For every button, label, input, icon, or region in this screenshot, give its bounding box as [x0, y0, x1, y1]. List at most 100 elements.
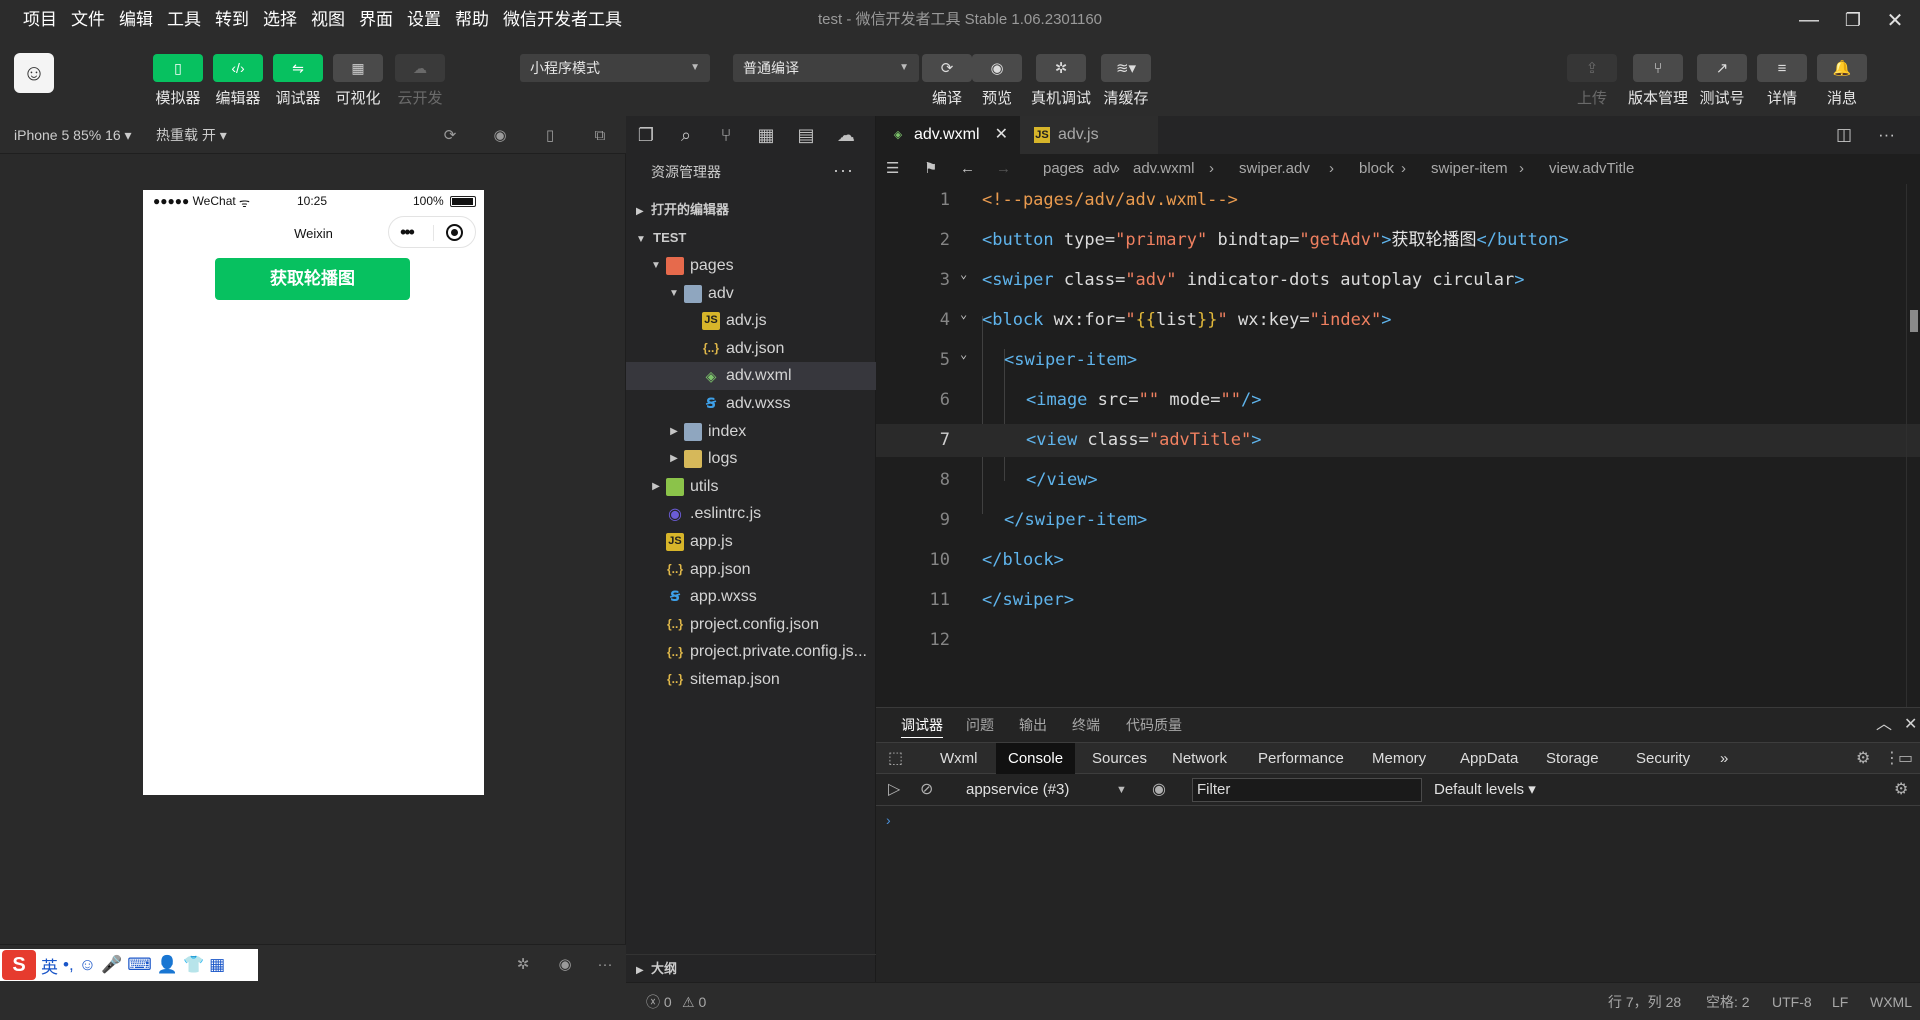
refresh-icon[interactable]: ⟳: [440, 125, 460, 145]
extensions-icon[interactable]: ▦: [746, 116, 786, 154]
more-icon[interactable]: ···: [833, 154, 854, 186]
indentation[interactable]: 空格: 2: [1706, 983, 1750, 1020]
get-carousel-button[interactable]: 获取轮播图: [215, 258, 410, 300]
breadcrumb-item[interactable]: view.advTitle: [1549, 154, 1634, 184]
code-line[interactable]: 1 <!--pages/adv/adv.wxml-->: [876, 184, 1920, 217]
scroll-thumb[interactable]: [1910, 310, 1918, 332]
code-line[interactable]: 12: [876, 624, 1920, 657]
tree-item-adv-json[interactable]: {..} adv.json: [626, 335, 876, 363]
code-line[interactable]: 7 <view class="advTitle">: [876, 424, 1920, 457]
settings-gear-icon[interactable]: ⚙: [1856, 743, 1870, 774]
fold-chevron-icon[interactable]: ⌄: [960, 298, 967, 331]
devices-icon[interactable]: ▤: [786, 116, 826, 154]
tree-item-sitemap-json[interactable]: {..} sitemap.json: [626, 666, 876, 694]
restore-button[interactable]: ❐: [1830, 0, 1876, 40]
files-icon[interactable]: ❐: [626, 116, 666, 154]
code-line[interactable]: 11 </swiper>: [876, 584, 1920, 617]
panel-tab-0[interactable]: 调试器: [901, 708, 943, 742]
upload-button[interactable]: ⇪ 上传: [1567, 54, 1617, 108]
panel-tab-4[interactable]: 代码质量: [1126, 708, 1182, 742]
grid-icon[interactable]: ▦: [209, 955, 225, 975]
test-account-button[interactable]: ↗ 测试号: [1697, 54, 1747, 108]
capsule-menu[interactable]: •••: [388, 216, 476, 248]
tree-item-project-private-config-js-[interactable]: {..} project.private.config.js...: [626, 638, 876, 666]
tree-item-logs[interactable]: ▶ logs: [626, 445, 876, 473]
avatar[interactable]: ☺: [14, 53, 54, 93]
fold-chevron-icon[interactable]: ⌄: [960, 258, 967, 291]
tab-adv-js[interactable]: JS adv.js: [1020, 116, 1158, 154]
editor-toggle-button[interactable]: ‹/› 编辑器: [213, 54, 263, 108]
close-panel-icon[interactable]: ✕: [1904, 708, 1917, 742]
visual-toggle-button[interactable]: ▦ 可视化: [333, 54, 383, 108]
microphone-icon[interactable]: 🎤: [101, 955, 122, 975]
filter-input[interactable]: Filter: [1192, 778, 1422, 802]
tree-item-adv-wxml[interactable]: ◈ adv.wxml: [626, 362, 876, 390]
tab-storage[interactable]: Storage: [1534, 743, 1611, 774]
mode-select[interactable]: 小程序模式 ▼: [520, 54, 710, 82]
code-line[interactable]: 4 ⌄ <block wx:for="{{list}}" wx:key="index…: [876, 304, 1920, 337]
breadcrumb-item[interactable]: swiper-item: [1431, 154, 1508, 184]
ime-lang-icon[interactable]: 英: [41, 953, 58, 978]
version-control-button[interactable]: ⑂ 版本管理: [1623, 54, 1693, 108]
compile-mode-select[interactable]: 普通编译 ▼: [733, 54, 919, 82]
hot-reload-toggle[interactable]: 热重载 开 ▾: [156, 116, 227, 154]
log-levels-select[interactable]: Default levels ▾: [1434, 774, 1536, 806]
docker-icon[interactable]: ☁: [826, 116, 866, 154]
language-mode[interactable]: WXML: [1870, 983, 1912, 1020]
tab-wxml[interactable]: Wxml: [928, 743, 990, 774]
outline-section[interactable]: ▶ 大纲: [626, 954, 876, 982]
inspect-icon[interactable]: ⬚: [888, 743, 903, 774]
phone-rotate-icon[interactable]: ▯: [540, 125, 560, 145]
bug-icon[interactable]: ✲: [513, 954, 533, 974]
breadcrumb-item[interactable]: adv.wxml: [1133, 154, 1194, 184]
eye-icon[interactable]: ◉: [1152, 774, 1166, 806]
remote-debug-button[interactable]: ✲ 真机调试: [1026, 54, 1096, 108]
panel-tab-2[interactable]: 输出: [1019, 708, 1047, 742]
panel-tab-3[interactable]: 终端: [1072, 708, 1100, 742]
collapse-panel-icon[interactable]: ︿: [1876, 708, 1892, 742]
project-section[interactable]: ▼ TEST: [626, 224, 876, 252]
close-window-button[interactable]: ✕: [1872, 0, 1918, 40]
tab-adv-wxml[interactable]: ◈ adv.wxml ✕: [876, 116, 1020, 154]
cursor-position[interactable]: 行 7，列 28: [1608, 983, 1681, 1020]
sidebar-toggle-icon[interactable]: ▷: [888, 774, 900, 806]
tab-memory[interactable]: Memory: [1360, 743, 1438, 774]
tree-item-adv[interactable]: ▼ adv: [626, 280, 876, 308]
close-miniprogram-icon[interactable]: [446, 224, 463, 241]
sogou-logo-icon[interactable]: S: [2, 950, 36, 980]
close-icon[interactable]: ✕: [995, 116, 1008, 154]
skin-icon[interactable]: 👕: [183, 955, 204, 975]
code-line[interactable]: 9 </swiper-item>: [876, 504, 1920, 537]
minimize-button[interactable]: —: [1786, 0, 1832, 40]
open-editors-section[interactable]: ▶ 打开的编辑器: [626, 196, 876, 224]
search-icon[interactable]: ⌕: [666, 116, 706, 154]
clear-cache-button[interactable]: ≋▾ 清缓存: [1101, 54, 1151, 108]
tree-item-index[interactable]: ▶ index: [626, 418, 876, 446]
details-button[interactable]: ≡ 详情: [1757, 54, 1807, 108]
source-control-icon[interactable]: ⑂: [706, 116, 746, 154]
panel-tab-1[interactable]: 问题: [966, 708, 994, 742]
preview-button[interactable]: ◉ 预览: [972, 54, 1022, 108]
breadcrumb-item[interactable]: block: [1359, 154, 1394, 184]
back-arrow-icon[interactable]: ←: [960, 154, 975, 184]
outline-toggle-icon[interactable]: ☰: [886, 154, 899, 184]
user-icon[interactable]: 👤: [157, 955, 178, 975]
code-line[interactable]: 10 </block>: [876, 544, 1920, 577]
keyboard-icon[interactable]: ⌨: [127, 955, 152, 975]
tree-item-adv-js[interactable]: JS adv.js: [626, 307, 876, 335]
more-tabs-icon[interactable]: »: [1708, 743, 1740, 774]
console-settings-icon[interactable]: ⚙: [1894, 774, 1908, 806]
tab-console[interactable]: Console: [996, 743, 1076, 774]
code-area[interactable]: 1 <!--pages/adv/adv.wxml--> 2 <button type=…: [876, 184, 1920, 707]
tab-appdata[interactable]: AppData: [1448, 743, 1530, 774]
editor-scrollbar[interactable]: [1906, 184, 1920, 707]
device-select[interactable]: iPhone 5 85% 16 ▾: [14, 116, 132, 154]
warning-count[interactable]: ⚠ 0: [682, 983, 706, 1020]
tree-item-app-json[interactable]: {..} app.json: [626, 556, 876, 584]
code-line[interactable]: 6 <image src="" mode=""/>: [876, 384, 1920, 417]
popout-icon[interactable]: ⧉: [590, 125, 610, 145]
console-prompt[interactable]: ›: [886, 812, 891, 828]
forward-arrow-icon[interactable]: →: [996, 154, 1011, 184]
breadcrumb-item[interactable]: swiper.adv: [1239, 154, 1310, 184]
clear-console-icon[interactable]: ⊘: [920, 774, 933, 806]
